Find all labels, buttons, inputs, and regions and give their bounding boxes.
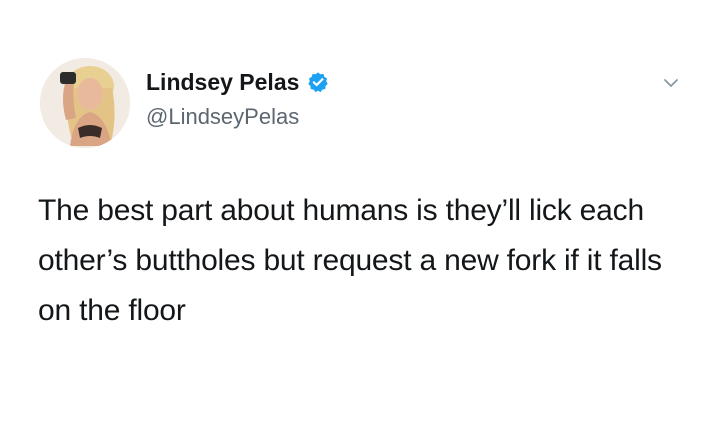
verified-badge-icon — [307, 71, 329, 93]
avatar[interactable] — [40, 58, 130, 148]
display-name[interactable]: Lindsey Pelas — [146, 69, 299, 96]
chevron-down-icon[interactable] — [660, 72, 682, 94]
handle[interactable]: @LindseyPelas — [146, 104, 299, 130]
display-name-row: Lindsey Pelas — [146, 66, 329, 98]
avatar-image — [40, 58, 130, 148]
tweet-card: Lindsey Pelas @LindseyPelas The best par… — [0, 0, 720, 441]
tweet-text: The best part about humans is they’ll li… — [38, 194, 662, 327]
